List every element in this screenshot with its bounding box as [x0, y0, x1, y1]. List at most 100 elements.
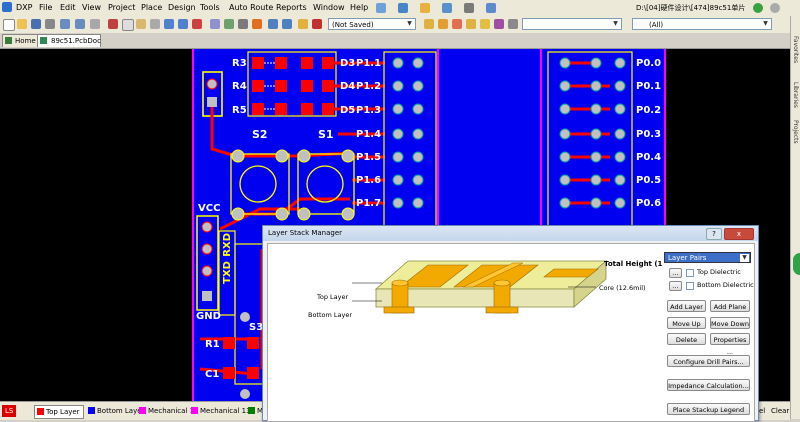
connect-icon[interactable]: [420, 3, 430, 13]
cursor-icon[interactable]: [224, 19, 234, 29]
layer-tab-label: Mechanical 13: [200, 407, 251, 415]
layer-color-swatch: [139, 407, 146, 414]
pen-icon[interactable]: [376, 3, 386, 13]
forward-icon[interactable]: [770, 3, 780, 13]
label-s2: S2: [252, 128, 268, 141]
preset-select[interactable]: Layer Pairs ▼: [664, 252, 751, 263]
bottom-dielectric-settings-button[interactable]: ...: [669, 281, 682, 291]
label-rxd: RXD: [222, 233, 233, 257]
label-p1-7: P1.7: [356, 198, 382, 209]
zoom-in-icon[interactable]: [60, 19, 70, 29]
label-p1-2: P1.2: [356, 81, 382, 92]
properties-button[interactable]: Properties ...: [710, 333, 750, 356]
clear-button[interactable]: Clear: [770, 405, 792, 417]
top-dielectric-settings-button[interactable]: ...: [669, 268, 682, 278]
menu-tools[interactable]: Tools: [200, 3, 220, 12]
menu-edit[interactable]: Edit: [60, 3, 76, 12]
label-p0-3: P0.3: [636, 129, 662, 140]
configure-drill-pairs-button[interactable]: Configure Drill Pairs...: [667, 355, 750, 367]
probe-icon[interactable]: [312, 19, 322, 29]
zoom-icon[interactable]: [464, 3, 474, 13]
label-gnd: GND: [196, 311, 221, 322]
menu-reports[interactable]: Reports: [276, 3, 307, 12]
fit-icon[interactable]: [90, 19, 100, 29]
menu-auto-route[interactable]: Auto Route: [229, 3, 273, 12]
component-icon[interactable]: [494, 19, 504, 29]
total-height-label: Total Height (1: [604, 260, 663, 268]
open-icon[interactable]: [17, 19, 27, 29]
layer-tab-mech13[interactable]: Mechanical 13: [189, 405, 254, 417]
top-layer-label: Top Layer: [317, 293, 349, 301]
print-icon[interactable]: [45, 19, 55, 29]
pad-icon[interactable]: [452, 19, 462, 29]
polygon-icon[interactable]: [508, 19, 518, 29]
lock-icon[interactable]: [238, 19, 248, 29]
grid-icon[interactable]: [486, 3, 496, 13]
cut-icon[interactable]: [108, 19, 118, 29]
layer-combo[interactable]: ▼: [522, 18, 622, 30]
arc-icon[interactable]: [438, 19, 448, 29]
dialog-titlebar[interactable]: Layer Stack Manager: [263, 226, 758, 241]
move-icon[interactable]: [164, 19, 174, 29]
side-status-indicator[interactable]: [793, 253, 800, 275]
route-icon[interactable]: [424, 19, 434, 29]
filter-combo[interactable]: (All) ▼: [632, 18, 772, 30]
label-r5: R5: [232, 105, 247, 116]
paste-icon[interactable]: [136, 19, 146, 29]
via-icon[interactable]: [466, 19, 476, 29]
panel-libraries[interactable]: Libraries: [792, 82, 799, 108]
add-plane-button[interactable]: Add Plane: [710, 300, 750, 312]
menu-help[interactable]: Help: [350, 3, 368, 12]
place-stackup-legend-button[interactable]: Place Stackup Legend: [667, 403, 750, 415]
impedance-calculation-button[interactable]: Impedance Calculation...: [667, 379, 750, 391]
arrow-right-icon[interactable]: [398, 3, 408, 13]
undo-icon[interactable]: [268, 19, 278, 29]
menu-project[interactable]: Project: [108, 3, 135, 12]
zoom-out-icon[interactable]: [75, 19, 85, 29]
ls-button[interactable]: LS: [2, 405, 17, 417]
save-state-combo[interactable]: (Not Saved) ▼: [328, 18, 416, 30]
cross-icon[interactable]: [192, 19, 202, 29]
copy-icon[interactable]: [122, 19, 134, 31]
add-layer-button[interactable]: Add Layer: [667, 300, 706, 312]
chevron-down-icon: ▼: [763, 20, 768, 27]
label-r4: R4: [232, 81, 247, 92]
core-label: Core (12.6mil): [599, 284, 646, 292]
home-icon: [5, 37, 12, 44]
label-p0-4: P0.4: [636, 152, 662, 163]
align-icon[interactable]: [442, 3, 452, 13]
pencil-icon[interactable]: [298, 19, 308, 29]
layer-tab-top[interactable]: Top Layer: [34, 405, 84, 419]
menu-place[interactable]: Place: [141, 3, 162, 12]
deselect-icon[interactable]: [178, 19, 188, 29]
menu-view[interactable]: View: [82, 3, 101, 12]
panel-favorites[interactable]: Favorites: [792, 36, 799, 63]
delete-button[interactable]: Delete: [667, 333, 706, 345]
main-toolbar: (Not Saved) ▼ ▼ (All) ▼: [0, 16, 800, 34]
menu-design[interactable]: Design: [168, 3, 196, 12]
top-dielectric-checkbox[interactable]: [686, 269, 694, 277]
document-tabs: Home 89c51.PcbDoc: [0, 33, 790, 49]
save-icon[interactable]: [31, 19, 41, 29]
redo-icon[interactable]: [282, 19, 292, 29]
flag-icon[interactable]: [252, 19, 262, 29]
menu-dxp[interactable]: DXP: [16, 3, 32, 12]
smd-pad: [247, 367, 259, 379]
fill-icon[interactable]: [480, 19, 490, 29]
rubber-icon[interactable]: [210, 19, 220, 29]
menu-window[interactable]: Window: [313, 3, 345, 12]
preset-value: Layer Pairs: [668, 254, 707, 262]
bottom-dielectric-checkbox[interactable]: [686, 282, 694, 290]
layer-color-swatch: [37, 408, 44, 415]
select-icon[interactable]: [150, 19, 160, 29]
move-down-button[interactable]: Move Down: [710, 317, 750, 329]
new-icon[interactable]: [3, 19, 15, 31]
layer-color-swatch: [191, 407, 198, 414]
menu-file[interactable]: File: [39, 3, 52, 12]
label-p1-4: P1.4: [356, 129, 382, 140]
help-button[interactable]: ?: [706, 228, 722, 240]
back-icon[interactable]: [753, 3, 763, 13]
move-up-button[interactable]: Move Up: [667, 317, 706, 329]
panel-projects[interactable]: Projects: [792, 120, 799, 144]
close-button[interactable]: x: [724, 228, 754, 240]
